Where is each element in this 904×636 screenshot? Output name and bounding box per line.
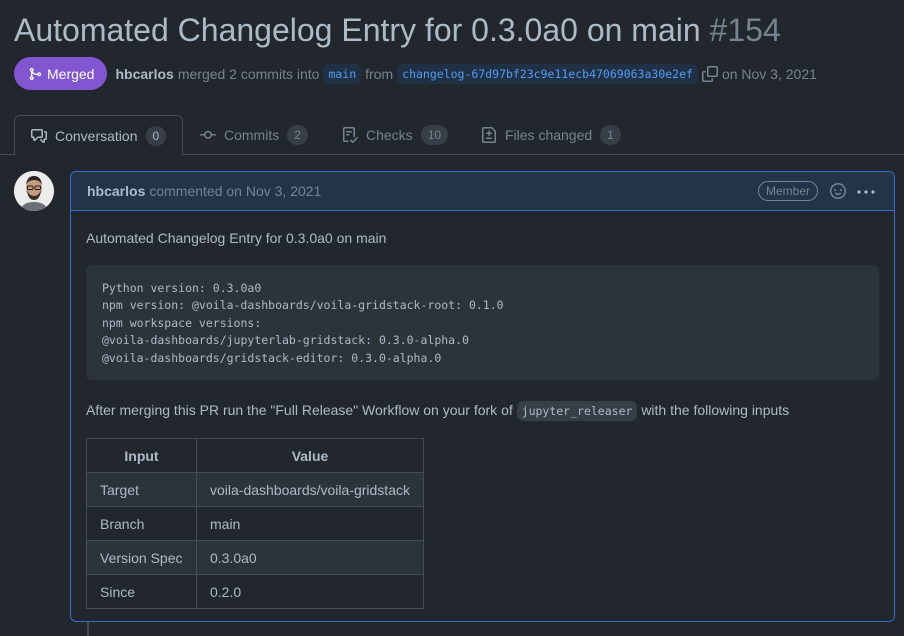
table-header-row: Input Value — [86, 438, 424, 474]
instructions-text-1: After merging this PR run the "Full Rele… — [86, 402, 513, 419]
from-text: from — [365, 65, 394, 82]
tab-conversation-count: 0 — [145, 125, 167, 146]
pr-title: Automated Changelog Entry for 0.3.0a0 on… — [14, 10, 781, 50]
tab-files-changed-count: 1 — [600, 125, 621, 145]
comment-box: hbcarlos commented on Nov 3, 2021 Member… — [70, 171, 895, 622]
pr-number: #154 — [709, 12, 781, 48]
base-branch-link[interactable]: main — [323, 63, 362, 84]
member-badge: Member — [758, 181, 819, 201]
comment-discussion-icon — [31, 128, 47, 143]
table-cell: voila-dashboards/voila-gridstack — [196, 472, 424, 508]
inline-code-releaser: jupyter_releaser — [516, 401, 638, 422]
avatar[interactable] — [14, 171, 54, 211]
comment-author-link[interactable]: hbcarlos — [87, 183, 145, 199]
tab-checks-label: Checks — [366, 127, 413, 143]
tab-commits-label: Commits — [224, 127, 280, 143]
checklist-icon — [343, 127, 358, 143]
comment-header: hbcarlos commented on Nov 3, 2021 Member — [71, 172, 894, 211]
merged-status-label: Merged — [47, 65, 95, 82]
tab-files-changed-label: Files changed — [505, 127, 593, 143]
copy-icon[interactable] — [701, 65, 718, 82]
git-merge-icon — [29, 67, 42, 80]
git-commit-icon — [200, 130, 216, 139]
tab-files-changed[interactable]: Files changed 1 — [481, 115, 621, 155]
version-code-block: Python version: 0.3.0a0 npm version: @vo… — [86, 265, 879, 381]
file-diff-icon — [482, 127, 496, 143]
table-row: Since 0.2.0 — [86, 574, 424, 610]
tab-conversation-label: Conversation — [55, 127, 138, 144]
table-cell: 0.2.0 — [196, 574, 424, 610]
comment-body: Automated Changelog Entry for 0.3.0a0 on… — [71, 211, 894, 621]
table-row: Target voila-dashboards/voila-gridstack — [86, 472, 424, 508]
comment-instructions: After merging this PR run the "Full Rele… — [86, 400, 879, 422]
tab-commits[interactable]: Commits 2 — [200, 115, 308, 155]
comment-timestamp[interactable]: commented on Nov 3, 2021 — [149, 183, 321, 199]
comment-intro: Automated Changelog Entry for 0.3.0a0 on… — [86, 230, 387, 246]
pr-author-link[interactable]: hbcarlos — [115, 66, 173, 82]
table-cell: Since — [86, 574, 197, 610]
tab-checks-count: 10 — [420, 125, 449, 145]
merge-action-text: merged 2 commits into — [177, 65, 320, 82]
pr-tabs: Conversation 0 Commits 2 Checks 10 Files… — [0, 115, 904, 156]
kebab-horizontal-icon[interactable] — [857, 184, 875, 203]
merged-status-badge: Merged — [14, 57, 108, 90]
smiley-icon[interactable] — [830, 183, 846, 202]
table-cell: main — [196, 506, 424, 542]
instructions-text-2: with the following inputs — [641, 402, 790, 419]
head-branch-link[interactable]: changelog-67d97bf23c9e11ecb47069063a30e2… — [397, 63, 698, 84]
table-cell: Branch — [86, 506, 197, 542]
table-cell: 0.3.0a0 — [196, 540, 424, 576]
table-row: Branch main — [86, 506, 424, 542]
tab-checks[interactable]: Checks 10 — [342, 115, 449, 155]
table-cell: Target — [86, 472, 197, 508]
inputs-table: Input Value Target voila-dashboards/voil… — [86, 438, 424, 610]
timeline-line — [87, 620, 89, 636]
tab-commits-count: 2 — [287, 125, 308, 145]
merge-date: on Nov 3, 2021 — [721, 65, 817, 82]
table-header-value: Value — [196, 438, 424, 474]
table-cell: Version Spec — [86, 540, 197, 576]
pr-title-text: Automated Changelog Entry for 0.3.0a0 on… — [14, 12, 701, 48]
pr-meta: Merged hbcarlos merged 2 commits into ma… — [14, 57, 817, 90]
table-row: Version Spec 0.3.0a0 — [86, 540, 424, 576]
tab-conversation[interactable]: Conversation 0 — [14, 115, 183, 156]
table-header-input: Input — [86, 438, 197, 474]
